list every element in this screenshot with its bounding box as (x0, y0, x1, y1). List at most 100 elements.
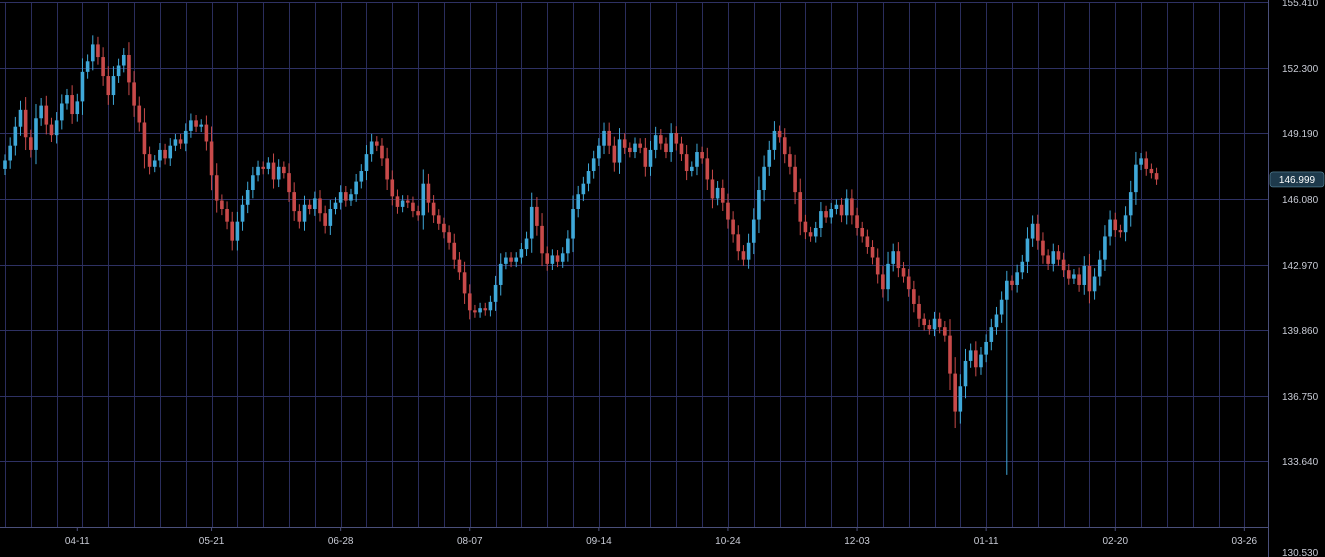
candle-body (798, 192, 803, 222)
candle-body (839, 204, 844, 216)
chart-canvas[interactable]: 133.640 136.750 139.860 142.970 146.080 149.1… (0, 0, 1325, 557)
candle-body (943, 327, 947, 336)
candle-body (602, 130, 606, 146)
candle-body (772, 130, 777, 150)
candle-body (121, 54, 126, 66)
candle-body (1046, 255, 1050, 264)
candle-body (13, 126, 18, 146)
candle-body (684, 154, 689, 172)
candle-body (204, 124, 209, 142)
candle-body (380, 145, 384, 159)
candle-body (411, 202, 415, 212)
candle-body (220, 200, 224, 210)
candle-body (1015, 272, 1019, 285)
candle-body (400, 200, 405, 207)
candle-body (421, 183, 426, 216)
candle-body (715, 187, 720, 199)
candle-body (597, 145, 601, 159)
candle-body (612, 145, 617, 163)
candle-body (1035, 223, 1040, 241)
candle-body (834, 204, 839, 210)
candle-body (34, 118, 38, 150)
candle-body (173, 139, 178, 146)
candle-body (49, 124, 54, 136)
candle-body (524, 238, 529, 250)
candle-body (1072, 274, 1076, 279)
candle-body (726, 202, 730, 220)
candle-body (245, 190, 250, 205)
candle-body (101, 57, 105, 77)
candle-body (870, 246, 875, 258)
chart-background (0, 0, 1325, 557)
candle-body (488, 301, 493, 311)
candle-body (462, 272, 467, 294)
candle-body (860, 227, 865, 237)
candle-body (436, 215, 441, 224)
candle-body (214, 175, 219, 201)
candle-body (751, 219, 756, 243)
candle-body (679, 143, 684, 155)
candle-body (426, 183, 431, 203)
candle-body (18, 109, 23, 127)
candle-body (994, 314, 999, 328)
candle-body (633, 143, 637, 153)
candle-body (886, 263, 890, 290)
candle-body (896, 251, 901, 269)
candle-body (560, 253, 565, 262)
candle-body (354, 181, 358, 195)
candle-body (963, 360, 968, 387)
candle-body (23, 109, 28, 138)
candle-body (540, 225, 544, 254)
candle-body (757, 190, 761, 220)
candle-body (1139, 158, 1143, 165)
candle-body (1030, 223, 1035, 239)
candle-body (535, 206, 539, 226)
candle-body (803, 221, 808, 233)
candle-body (1097, 259, 1102, 277)
candle-body (746, 242, 751, 260)
candle-body (209, 141, 214, 176)
candle-body (958, 386, 963, 412)
candle-body (183, 130, 188, 144)
candle-body (974, 350, 978, 368)
candle-body (3, 160, 7, 169)
x-tick-label: 09-14 (586, 536, 612, 547)
candle-body (137, 105, 142, 123)
candle-body (1020, 261, 1025, 273)
candle-body (519, 249, 524, 258)
candle-body (230, 221, 235, 241)
candle-body (529, 206, 534, 239)
x-tick-label: 12-03 (844, 536, 870, 547)
candle-body (302, 204, 307, 222)
candle-body (106, 76, 111, 96)
x-tick-label: 04-11 (65, 536, 90, 547)
candle-body (292, 192, 296, 212)
candle-body (927, 325, 932, 330)
candle-body (59, 103, 64, 121)
candle-body (158, 149, 162, 161)
candle-body (405, 200, 410, 203)
y-tick-label: 133.640 (1282, 457, 1319, 468)
candle-body (287, 173, 291, 193)
candle-body (741, 251, 746, 260)
candle-body (855, 215, 859, 228)
candle-body (498, 263, 503, 285)
candle-body (467, 293, 472, 311)
candle-body (922, 318, 926, 326)
candle-body (90, 44, 95, 62)
candle-body (369, 141, 374, 155)
candle-body (638, 143, 642, 148)
candlestick-chart[interactable]: 133.640 136.750 139.860 142.970 146.080 149.1… (0, 0, 1325, 557)
candle-body (736, 234, 741, 252)
x-tick-label: 08-07 (457, 536, 483, 547)
x-tick-label: 02-20 (1102, 536, 1128, 547)
candle-body (948, 335, 952, 374)
x-tick-label: 01-11 (974, 536, 999, 547)
candle-body (669, 133, 673, 153)
candle-body (891, 251, 896, 264)
candle-body (819, 211, 823, 228)
candle-body (473, 310, 477, 313)
candle-body (328, 209, 333, 226)
candle-body (1108, 219, 1112, 237)
candle-body (478, 308, 482, 313)
